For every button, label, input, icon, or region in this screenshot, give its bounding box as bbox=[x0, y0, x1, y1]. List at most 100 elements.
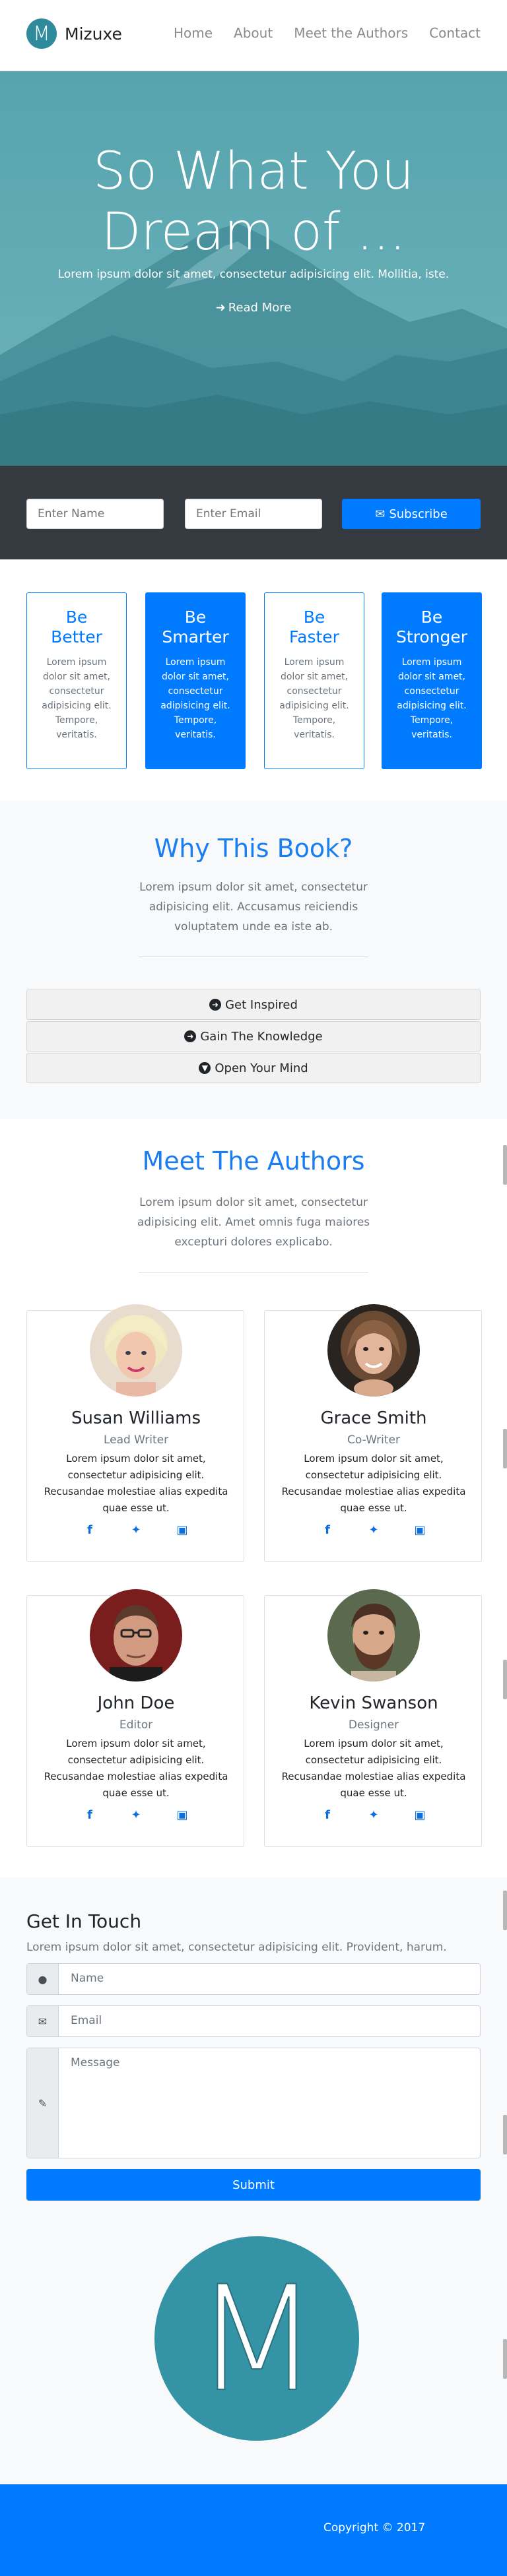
instagram-icon[interactable]: ▣ bbox=[170, 1523, 194, 1537]
message-placeholder: Message bbox=[71, 2056, 120, 2069]
nav-contact[interactable]: Contact bbox=[429, 25, 481, 41]
hero-title-line2: Dream of ... bbox=[101, 203, 406, 262]
feature-title-line1: Be bbox=[421, 608, 443, 627]
subscribe-button[interactable]: ✉ Subscribe bbox=[342, 499, 481, 529]
authors-title: Meet The Authors bbox=[142, 1147, 365, 1176]
feature-box-better: Be Better Lorem ipsum dolor sit amet, con… bbox=[26, 592, 127, 769]
feature-title: Be Stronger bbox=[389, 608, 475, 647]
author-bio: Lorem ipsum dolor sit amet, consectetur … bbox=[281, 1453, 466, 1514]
author-role: Designer bbox=[348, 1718, 399, 1732]
nav-home[interactable]: Home bbox=[174, 25, 213, 41]
feature-title-line2: Smarter bbox=[162, 627, 229, 646]
avatar bbox=[327, 1304, 420, 1397]
nav-meet-authors[interactable]: Meet the Authors bbox=[294, 25, 408, 41]
read-more-link[interactable]: ➜ Read More bbox=[0, 301, 507, 315]
author-card-john: John Doe Editor Lorem ipsum dolor sit am… bbox=[26, 1589, 244, 1847]
hero-title-line1: So What You bbox=[92, 142, 415, 201]
hero-subtitle: Lorem ipsum dolor sit amet, consectetur … bbox=[57, 268, 450, 281]
avatar bbox=[90, 1304, 182, 1397]
facebook-icon[interactable]: f bbox=[78, 1523, 102, 1537]
author-name: Susan Williams bbox=[71, 1408, 201, 1428]
brand-logo: M bbox=[26, 18, 57, 49]
authors-section: Meet The Authors Lorem ipsum dolor sit a… bbox=[0, 1119, 507, 1877]
newsletter-section: ✉ Subscribe bbox=[0, 466, 507, 559]
contact-lead: Lorem ipsum dolor sit amet, consectetur … bbox=[26, 1941, 447, 1954]
instagram-icon[interactable]: ▣ bbox=[170, 1808, 194, 1822]
instagram-icon[interactable]: ▣ bbox=[408, 1808, 432, 1822]
features-section: Be Better Lorem ipsum dolor sit amet, con… bbox=[0, 559, 507, 801]
twitter-icon[interactable]: ✦ bbox=[124, 1523, 148, 1537]
why-section: Why This Book? Lorem ipsum dolor sit ame… bbox=[0, 801, 507, 1119]
accordion-gain-knowledge[interactable]: ➜ Gain The Knowledge bbox=[26, 1021, 481, 1052]
feature-title-line2: Better bbox=[51, 627, 102, 646]
hero-title: So What You Dream of ... bbox=[0, 141, 507, 263]
envelope-icon: ✉ bbox=[27, 2006, 59, 2036]
author-bio: Lorem ipsum dolor sit amet, consectetur … bbox=[44, 1738, 228, 1799]
accordion-get-inspired[interactable]: ➜ Get Inspired bbox=[26, 990, 481, 1020]
instagram-icon[interactable]: ▣ bbox=[408, 1523, 432, 1537]
contact-message-field[interactable]: ✎ Message bbox=[26, 2048, 481, 2158]
author-role: Editor bbox=[119, 1718, 153, 1732]
author-card-susan: Susan Williams Lead Writer Lorem ipsum d… bbox=[26, 1304, 244, 1562]
feature-title-line1: Be bbox=[65, 608, 88, 627]
arrow-right-icon: ➜ bbox=[215, 301, 226, 315]
brand-name: Mizuxe bbox=[65, 24, 122, 44]
feature-box-faster: Be Faster Lorem ipsum dolor sit amet, con… bbox=[264, 592, 364, 769]
author-name: Kevin Swanson bbox=[309, 1693, 438, 1713]
why-title: Why This Book? bbox=[154, 834, 353, 863]
scroll-indicator bbox=[503, 1429, 507, 1468]
facebook-icon[interactable]: f bbox=[316, 1523, 339, 1537]
twitter-icon[interactable]: ✦ bbox=[124, 1808, 148, 1822]
social-links: f ✦ ▣ bbox=[265, 1808, 483, 1822]
brand[interactable]: M Mizuxe bbox=[26, 18, 122, 49]
submit-button[interactable]: Submit bbox=[26, 2169, 481, 2201]
author-name: Grace Smith bbox=[320, 1408, 427, 1428]
mizuxe-logo-large: M bbox=[154, 2236, 359, 2441]
envelope-open-icon: ✉ bbox=[375, 507, 386, 521]
subscribe-label: Subscribe bbox=[389, 507, 448, 521]
feature-box-smarter: Be Smarter Lorem ipsum dolor sit amet, co… bbox=[145, 592, 246, 769]
feature-text: Lorem ipsum dolor sit amet, consectetur … bbox=[397, 657, 467, 740]
name-placeholder: Name bbox=[71, 1972, 104, 1985]
feature-title: Be Better bbox=[34, 608, 119, 647]
author-bio: Lorem ipsum dolor sit amet, consectetur … bbox=[44, 1453, 228, 1514]
feature-title: Be Smarter bbox=[152, 608, 238, 647]
avatar bbox=[327, 1589, 420, 1681]
email-placeholder: Email bbox=[71, 2014, 102, 2027]
author-name: John Doe bbox=[97, 1693, 175, 1713]
authors-lead: Lorem ipsum dolor sit amet, consectetur … bbox=[137, 1196, 370, 1249]
twitter-icon[interactable]: ✦ bbox=[362, 1808, 386, 1822]
facebook-icon[interactable]: f bbox=[316, 1808, 339, 1822]
contact-section: Get In Touch Lorem ipsum dolor sit amet,… bbox=[0, 1877, 507, 2484]
accordion-open-mind[interactable]: ▼ Open Your Mind bbox=[26, 1053, 481, 1083]
navbar: M Mizuxe Home About Meet the Authors Con… bbox=[0, 0, 507, 71]
newsletter-email-input[interactable] bbox=[185, 499, 322, 529]
read-more-label: Read More bbox=[228, 301, 292, 315]
feature-title-line1: Be bbox=[303, 608, 325, 627]
accordion-label: Gain The Knowledge bbox=[200, 1029, 323, 1044]
newsletter-name-input[interactable] bbox=[26, 499, 164, 529]
author-card-grace: Grace Smith Co-Writer Lorem ipsum dolor … bbox=[264, 1304, 482, 1562]
avatar bbox=[90, 1589, 182, 1681]
copyright-text: Copyright © 2017 bbox=[323, 2521, 426, 2534]
contact-email-field[interactable]: ✉ Email bbox=[26, 2005, 481, 2037]
feature-title-line1: Be bbox=[184, 608, 207, 627]
feature-title-line2: Stronger bbox=[395, 627, 468, 646]
author-bio: Lorem ipsum dolor sit amet, consectetur … bbox=[281, 1738, 466, 1799]
arrow-circle-right-icon: ➜ bbox=[184, 1030, 197, 1042]
feature-text: Lorem ipsum dolor sit amet, consectetur … bbox=[42, 657, 112, 740]
arrow-circle-right-icon: ➜ bbox=[209, 999, 222, 1011]
nav-about[interactable]: About bbox=[234, 25, 273, 41]
scroll-indicator bbox=[503, 2339, 507, 2379]
scroll-indicator bbox=[503, 1660, 507, 1699]
footer: Copyright © 2017 bbox=[0, 2484, 507, 2576]
contact-name-field[interactable]: ● Name bbox=[26, 1963, 481, 1995]
logo-letter-m: M bbox=[193, 2254, 320, 2424]
facebook-icon[interactable]: f bbox=[78, 1808, 102, 1822]
user-icon: ● bbox=[27, 1964, 59, 1994]
feature-box-stronger: Be Stronger Lorem ipsum dolor sit amet, c… bbox=[382, 592, 482, 769]
contact-title: Get In Touch bbox=[26, 1910, 142, 1932]
pencil-icon: ✎ bbox=[27, 2048, 59, 2158]
twitter-icon[interactable]: ✦ bbox=[362, 1523, 386, 1537]
author-role: Lead Writer bbox=[103, 1433, 169, 1447]
